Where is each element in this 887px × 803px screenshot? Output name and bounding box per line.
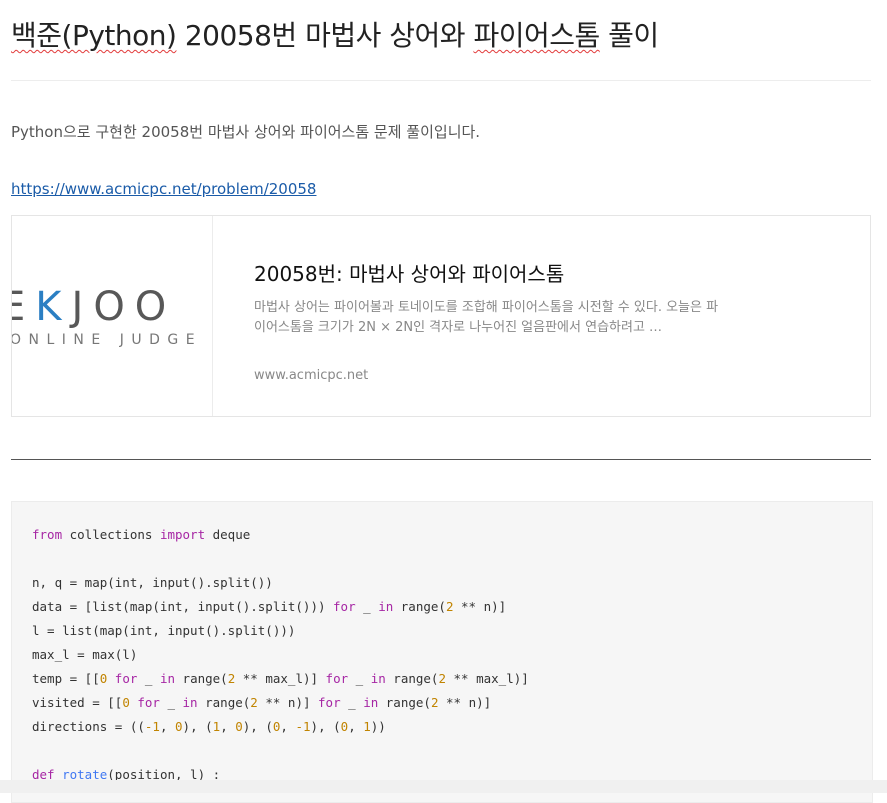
code-token: 2 xyxy=(438,671,446,686)
code-token: _ xyxy=(348,671,371,686)
code-token: for xyxy=(325,671,349,686)
title-divider xyxy=(11,80,871,81)
code-token: -1 xyxy=(295,719,311,734)
title-part-2: 20058번 마법사 상어와 xyxy=(176,19,474,52)
card-title[interactable]: 20058번: 마법사 상어와 파이어스톰 xyxy=(254,258,564,287)
code-line-3: data = [list(map(int, input().split())) … xyxy=(32,599,506,614)
code-token: 0 xyxy=(175,719,183,734)
code-token: _ xyxy=(159,695,183,710)
code-token: _ xyxy=(355,599,379,614)
code-token: ** n)] xyxy=(257,695,319,710)
code-token: range( xyxy=(393,599,446,614)
code-token: from xyxy=(32,527,63,542)
code-token: collections xyxy=(62,527,160,542)
code-token: in xyxy=(182,695,198,710)
title-part-1: 백준(Python) xyxy=(11,19,177,52)
code-token: in xyxy=(370,671,386,686)
link-preview-card[interactable]: EKJOO ONLINE JUDGE 20058번: 마법사 상어와 파이어스톰… xyxy=(11,215,871,417)
post-title: 백준(Python) 20058번 마법사 상어와 파이어스톰 풀이 xyxy=(11,14,659,54)
card-description: 마법사 상어는 파이어볼과 토네이도를 조합해 파이어스톰을 시전할 수 있다.… xyxy=(254,300,719,335)
code-content: from collections import deque n, q = map… xyxy=(32,523,529,787)
code-token: in xyxy=(159,671,176,686)
code-token: temp = [[ xyxy=(32,671,100,686)
card-url: www.acmicpc.net xyxy=(254,368,369,383)
code-token: 0 xyxy=(235,719,243,734)
code-line-6: temp = [[0 for _ in range(2 ** max_l)] f… xyxy=(32,671,529,686)
code-token: , xyxy=(159,719,176,734)
code-line-5: max_l = max(l) xyxy=(32,647,138,662)
problem-link[interactable]: https://www.acmicpc.net/problem/20058 xyxy=(11,180,316,198)
code-token: ** max_l)] xyxy=(445,671,529,686)
code-token: _ xyxy=(137,671,160,686)
code-block: from collections import deque n, q = map… xyxy=(11,501,873,803)
code-line-7: visited = [[0 for _ in range(2 ** n)] fo… xyxy=(32,695,491,710)
intro-text: Python으로 구현한 20058번 마법사 상어와 파이어스톰 문제 풀이입… xyxy=(11,123,481,141)
bottom-scroll-area xyxy=(0,780,887,793)
code-line-4: l = list(map(int, input().split())) xyxy=(32,623,296,638)
code-token: deque xyxy=(205,527,251,542)
code-token: 2 xyxy=(250,695,258,710)
code-line-8: directions = ((-1, 0), (1, 0), (0, -1), … xyxy=(32,719,386,734)
logo-right: JOO xyxy=(71,284,177,330)
code-token: 0 xyxy=(122,695,130,710)
logo-subtitle: ONLINE JUDGE xyxy=(12,332,203,348)
title-part-3: 파이어스톰 xyxy=(473,19,600,52)
code-token: ), ( xyxy=(242,719,273,734)
code-token: in xyxy=(363,695,379,710)
code-token: , xyxy=(348,719,364,734)
card-thumbnail: EKJOO ONLINE JUDGE xyxy=(12,216,213,416)
code-token: ), ( xyxy=(310,719,341,734)
code-token: -1 xyxy=(144,719,160,734)
logo-accent: K xyxy=(35,284,72,330)
code-token: data = [list(map(int, input().split())) xyxy=(32,599,334,614)
code-token: for xyxy=(318,695,341,710)
code-token: import xyxy=(159,527,206,542)
code-line-2: n, q = map(int, input().split()) xyxy=(32,575,273,590)
code-token: _ xyxy=(340,695,364,710)
title-part-4: 풀이 xyxy=(599,19,659,52)
code-token: ** n)] xyxy=(453,599,507,614)
code-token: directions = (( xyxy=(32,719,145,734)
code-token: visited = [[ xyxy=(32,695,123,710)
baekjoon-logo: EKJOO xyxy=(12,284,176,330)
code-token: for xyxy=(137,695,160,710)
code-token: range( xyxy=(197,695,251,710)
code-token: in xyxy=(378,599,394,614)
code-token: for xyxy=(114,671,138,686)
logo-left: E xyxy=(12,284,35,330)
code-token: , xyxy=(280,719,296,734)
code-token: ), ( xyxy=(182,719,213,734)
code-token: )) xyxy=(370,719,386,734)
code-token: ** max_l)] xyxy=(235,671,326,686)
code-token: range( xyxy=(378,695,431,710)
code-line-1: from collections import deque xyxy=(32,527,250,542)
code-token: range( xyxy=(175,671,228,686)
code-token: , xyxy=(220,719,236,734)
code-token: range( xyxy=(385,671,439,686)
section-divider xyxy=(11,459,871,460)
code-token: ** n)] xyxy=(438,695,492,710)
code-token: for xyxy=(333,599,356,614)
code-token: 1 xyxy=(363,719,371,734)
